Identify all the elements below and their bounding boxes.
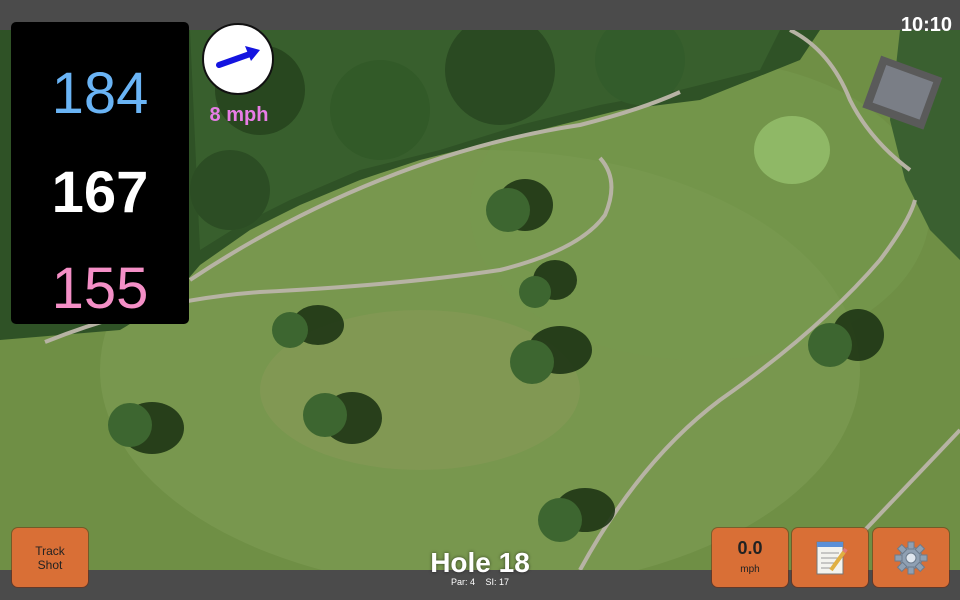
back-yardage: 184	[51, 61, 149, 126]
wind-speed: 8 mph	[209, 104, 269, 126]
speed-unit: mph	[740, 564, 760, 575]
notes-button[interactable]	[792, 528, 868, 587]
track-shot-label: Track Shot	[35, 544, 65, 572]
clock: 10:10	[900, 14, 952, 36]
hole-info: Par: 4 SI: 17	[380, 577, 580, 587]
front-yardage: 155	[51, 256, 149, 321]
wind-indicator	[202, 23, 274, 95]
center-yardage: 167	[51, 160, 149, 225]
yardage-panel: 184 167 155	[11, 22, 189, 324]
speed-value: 0.0	[737, 538, 763, 558]
hole-par: Par: 4	[450, 577, 475, 587]
notepad-icon	[816, 541, 848, 575]
gear-icon	[894, 541, 928, 575]
settings-button[interactable]	[873, 528, 949, 587]
hole-si: SI: 17	[485, 577, 510, 587]
speed-button[interactable]: 0.0 mph	[712, 528, 788, 587]
arrow-icon	[216, 46, 260, 68]
track-shot-button[interactable]: Track Shot	[12, 528, 88, 587]
hole-title: Hole 18	[430, 547, 530, 578]
